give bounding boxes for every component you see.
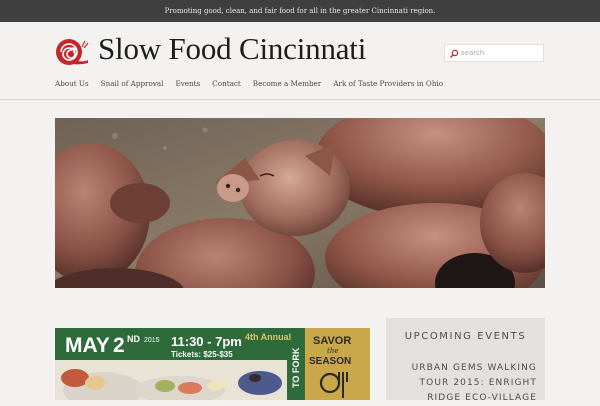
search-icon[interactable] [449, 49, 459, 59]
nav-item-events[interactable]: Events [175, 79, 200, 93]
pigs-photo [55, 118, 545, 288]
event-promo-graphic: MAY 2 ND 2015 11:30 - 7pm 4th Annual Tic… [55, 328, 370, 400]
promo-day-suffix: ND [127, 334, 140, 344]
main-nav: About Us Snail of Approval Events Contac… [55, 79, 455, 93]
site-header: Slow Food Cincinnati About Us Snail of A… [0, 22, 600, 100]
promo-edition: 4th Annual [245, 332, 291, 342]
upcoming-events-widget: UPCOMING EVENTS URBAN GEMS WALKING TOUR … [386, 318, 545, 403]
tagline-text: Promoting good, clean, and fair food for… [164, 7, 436, 15]
tagline-bar: Promoting good, clean, and fair food for… [0, 0, 600, 22]
promo-season: SEASON [309, 356, 351, 367]
promo-savor: SAVOR [313, 335, 351, 347]
promo-year: 2015 [144, 337, 160, 344]
nav-item-about-us[interactable]: About Us [55, 79, 89, 93]
promo-side-text: TO FORK [291, 347, 301, 388]
hero-image[interactable] [55, 118, 545, 288]
search-input[interactable] [459, 46, 545, 60]
nav-item-snail-of-approval[interactable]: Snail of Approval [101, 79, 164, 93]
nav-item-ark-of-taste[interactable]: Ark of Taste Providers in Ohio [333, 79, 443, 93]
promo-tickets: Tickets: $25-$35 [171, 350, 233, 359]
search-box[interactable] [444, 44, 545, 62]
promo-day: 2 [113, 334, 125, 357]
snail-logo-icon[interactable] [55, 37, 89, 67]
widget-title: UPCOMING EVENTS [404, 331, 527, 342]
event-promo-banner[interactable]: MAY 2 ND 2015 11:30 - 7pm 4th Annual Tic… [55, 328, 370, 400]
site-title[interactable]: Slow Food Cincinnati [98, 31, 366, 67]
nav-item-contact[interactable]: Contact [212, 79, 241, 93]
promo-month: MAY [65, 334, 110, 357]
promo-time: 11:30 - 7pm [171, 334, 242, 349]
event-link[interactable]: URBAN GEMS WALKING TOUR 2015: ENRIGHT RI… [389, 361, 537, 406]
promo-the: the [327, 347, 338, 355]
nav-item-become-a-member[interactable]: Become a Member [253, 79, 322, 93]
